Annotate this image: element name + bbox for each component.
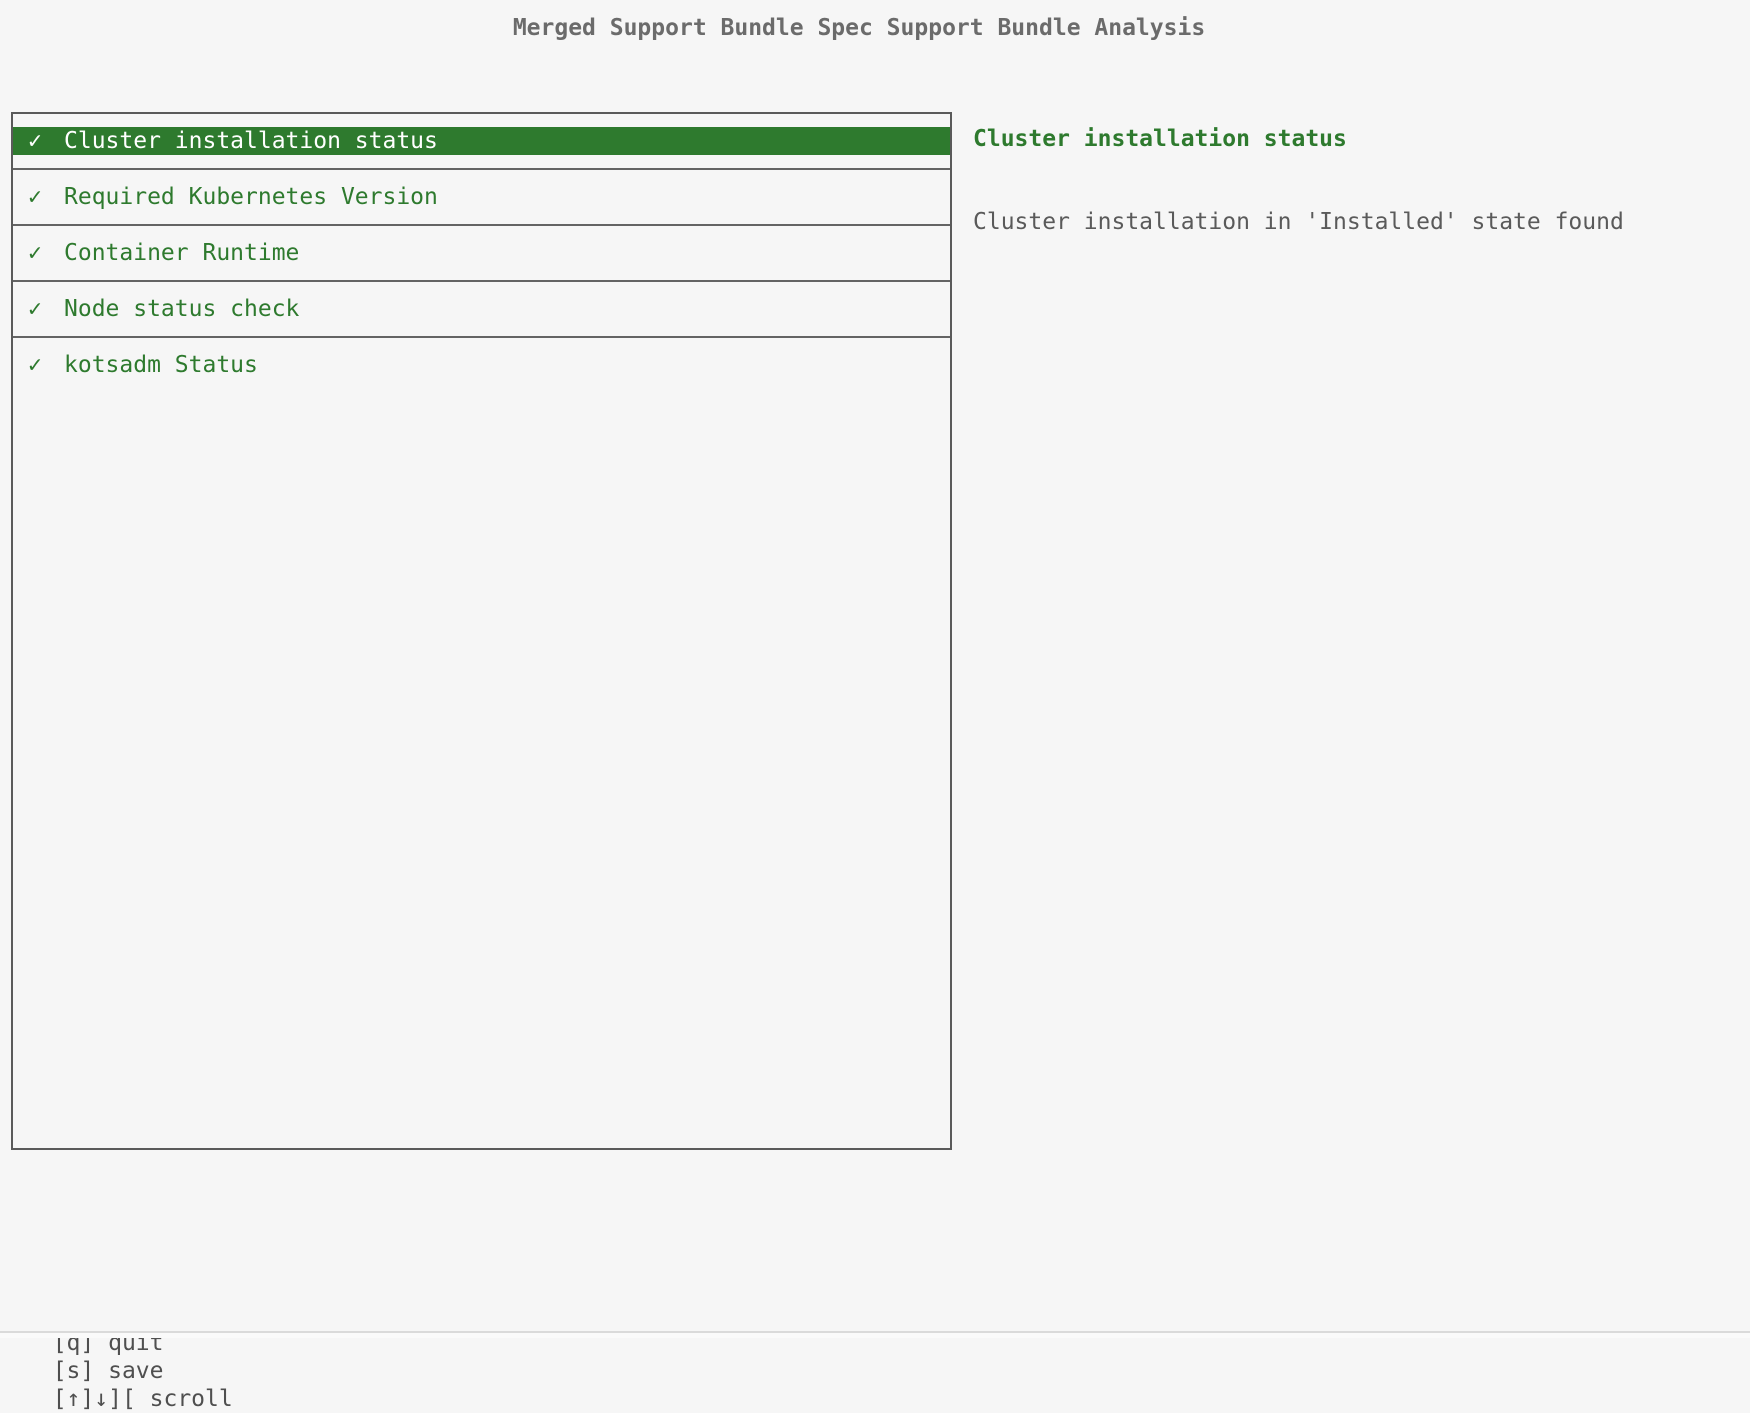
check-icon: ✓ — [13, 183, 44, 211]
item-label: Required Kubernetes Version — [64, 183, 438, 211]
status-bar: [q] quit [s] save [↑]↓][ scroll — [25, 1301, 233, 1413]
list-item-cluster-installation-status[interactable]: ✓ Cluster installation status — [13, 114, 950, 168]
list-item-node-status-check[interactable]: ✓ Node status check — [13, 282, 950, 336]
item-label: kotsadm Status — [64, 351, 258, 379]
window-bottom-edge — [0, 1331, 1750, 1338]
item-label: Cluster installation status — [64, 127, 438, 155]
save-hint: [s] save — [53, 1358, 164, 1384]
check-icon: ✓ — [13, 351, 44, 379]
list-item-kotsadm-status[interactable]: ✓ kotsadm Status — [13, 338, 950, 392]
check-icon: ✓ — [13, 295, 44, 323]
item-label: Node status check — [64, 295, 299, 323]
scroll-hint: [↑]↓][ scroll — [53, 1386, 233, 1412]
list-item-container-runtime[interactable]: ✓ Container Runtime — [13, 226, 950, 280]
check-icon: ✓ — [13, 239, 44, 267]
detail-body: Cluster installation in 'Installed' stat… — [973, 208, 1624, 236]
list-item-required-kubernetes-version[interactable]: ✓ Required Kubernetes Version — [13, 170, 950, 224]
page-title: Merged Support Bundle Spec Support Bundl… — [0, 14, 1718, 42]
check-icon: ✓ — [13, 127, 44, 155]
item-label: Container Runtime — [64, 239, 299, 267]
analyzer-list-panel: ✓ Cluster installation status ✓ Required Ku… — [11, 112, 952, 1150]
detail-heading: Cluster installation status — [973, 125, 1347, 153]
